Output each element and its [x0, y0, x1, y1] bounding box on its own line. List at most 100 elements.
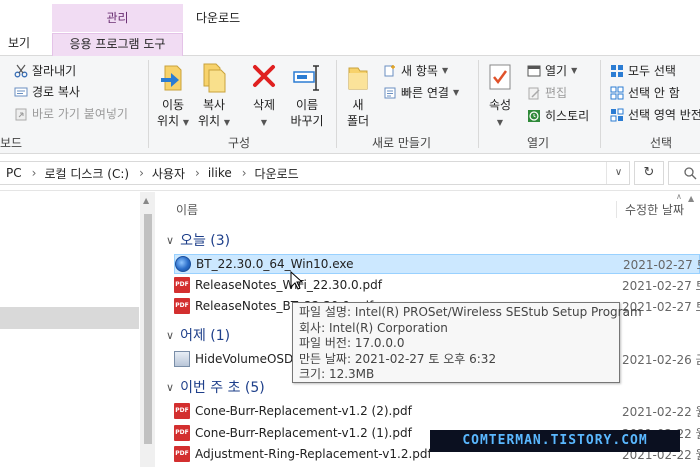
chevron-right-icon[interactable]: ›	[195, 166, 200, 180]
edit-button[interactable]: 편집	[527, 84, 567, 101]
group-header-yesterday[interactable]: ∨ 어제 (1)	[166, 325, 230, 345]
breadcrumb[interactable]: PC › 로컬 디스크 (C:) › 사용자 › ilike › 다운로드 ∨	[0, 161, 630, 185]
mouse-cursor-icon	[290, 271, 304, 290]
rename-icon	[293, 65, 319, 91]
chevron-down-icon: ▼	[452, 88, 460, 97]
scroll-up-arrow-icon[interactable]: ▲	[688, 194, 694, 203]
open-label: 열기	[545, 64, 568, 78]
invert-selection-button[interactable]: 선택 영역 반전	[610, 106, 700, 123]
new-folder-button[interactable]: 새 폴더	[342, 62, 374, 129]
breadcrumb-ilike[interactable]: ilike	[208, 166, 232, 180]
file-name: BT_22.30.0_64_Win10.exe	[196, 257, 354, 271]
group-title: 어제 (1)	[180, 328, 231, 344]
chevron-down-icon: ∨	[166, 380, 175, 394]
column-header: 이름 ∧ 수정한 날짜	[156, 192, 700, 222]
paste-shortcut-button[interactable]: 바로 가기 붙여넣기	[14, 105, 128, 122]
new-group-label: 새로 만들기	[372, 136, 432, 150]
scroll-up-arrow-icon[interactable]: ▲	[143, 196, 149, 205]
copy-path-label: 경로 복사	[32, 85, 80, 99]
copy-path-icon	[14, 87, 28, 96]
chevron-right-icon[interactable]: ›	[139, 166, 144, 180]
column-name-header[interactable]: 이름	[176, 201, 198, 218]
pdf-icon: PDF	[174, 298, 190, 314]
chevron-down-icon: ▼	[496, 118, 504, 127]
exe-icon	[175, 256, 191, 272]
context-tab-title: 관리	[106, 11, 129, 25]
clipboard-group-label: 보드	[0, 136, 23, 150]
file-row[interactable]: PDF ReleaseNotes_WiFi_22.30.0.pdf 2021-0…	[174, 275, 700, 295]
select-all-label: 모두 선택	[628, 64, 676, 78]
search-icon	[684, 167, 697, 180]
rename-label-2: 바꾸기	[290, 114, 324, 128]
tooltip-company: 회사: Intel(R) Corporation	[299, 320, 448, 335]
group-header-today[interactable]: ∨ 오늘 (3)	[166, 230, 230, 250]
refresh-button[interactable]: ↻	[634, 161, 664, 185]
cut-button[interactable]: 잘라내기	[14, 62, 76, 79]
chevron-right-icon[interactable]: ›	[32, 166, 37, 180]
move-to-icon	[161, 65, 182, 91]
file-row[interactable]: BT_22.30.0_64_Win10.exe 2021-02-27 토	[174, 254, 700, 274]
delete-x-icon	[253, 65, 275, 87]
select-all-button[interactable]: 모두 선택	[610, 62, 676, 79]
select-none-button[interactable]: 선택 안 함	[610, 84, 680, 101]
open-button[interactable]: 열기 ▼	[527, 62, 577, 79]
window-title: 다운로드	[196, 11, 241, 25]
easy-access-button[interactable]: 빠른 연결 ▼	[383, 84, 459, 101]
tooltip-created: 만든 날짜: 2021-02-27 토 오후 6:32	[299, 351, 497, 366]
new-item-icon	[384, 64, 395, 76]
file-row[interactable]: PDF Cone-Burr-Replacement-v1.2 (2).pdf 2…	[174, 401, 700, 421]
copy-to-button[interactable]: 복사 위치 ▼	[196, 62, 232, 131]
sort-indicator-icon: ∧	[676, 192, 682, 201]
pdf-icon: PDF	[174, 446, 190, 462]
copy-to-icon	[203, 63, 226, 93]
tab-view[interactable]: 보기	[0, 33, 38, 56]
group-header-earlier-this-week[interactable]: ∨ 이번 주 초 (5)	[166, 377, 265, 397]
delete-label: 삭제	[252, 98, 276, 112]
move-to-label-2: 위치	[156, 114, 180, 128]
tooltip-description: 파일 설명: Intel(R) PROSet/Wireless SEStub S…	[299, 305, 642, 319]
history-label: 히스토리	[545, 109, 590, 123]
select-group-label: 선택	[650, 136, 673, 150]
new-folder-label-1: 새	[352, 98, 364, 112]
file-list-scrollbar[interactable]	[685, 192, 700, 467]
watermark: COMTERMAN.TISTORY.COM	[430, 430, 680, 452]
group-divider	[600, 60, 601, 148]
paste-shortcut-label: 바로 가기 붙여넣기	[32, 107, 128, 121]
edit-icon	[528, 87, 540, 99]
file-name: Adjustment-Ring-Replacement-v1.2.pdf	[195, 447, 432, 461]
pdf-icon: PDF	[174, 425, 190, 441]
column-date-header[interactable]: 수정한 날짜	[616, 201, 684, 218]
edit-label: 편집	[545, 86, 568, 100]
group-divider	[148, 60, 149, 148]
open-icon	[527, 65, 541, 76]
address-history-dropdown[interactable]: ∨	[606, 162, 630, 184]
group-divider	[478, 60, 479, 148]
search-input[interactable]	[668, 161, 700, 185]
history-button[interactable]: 히스토리	[527, 107, 589, 124]
delete-button[interactable]: 삭제 ▼	[246, 62, 282, 131]
file-info-tooltip: 파일 설명: Intel(R) PROSet/Wireless SEStub S…	[292, 302, 642, 383]
rename-button[interactable]: 이름 바꾸기	[286, 62, 328, 129]
invert-selection-icon	[610, 108, 624, 121]
breadcrumb-pc[interactable]: PC	[6, 166, 22, 180]
new-folder-icon	[348, 67, 368, 90]
new-folder-label-2: 폴더	[346, 114, 370, 128]
copy-path-button[interactable]: 경로 복사	[14, 83, 80, 100]
breadcrumb-downloads[interactable]: 다운로드	[255, 165, 299, 182]
tooltip-version: 파일 버전: 17.0.0.0	[299, 336, 405, 350]
history-icon	[528, 109, 540, 122]
chevron-right-icon[interactable]: ›	[242, 166, 247, 180]
breadcrumb-users[interactable]: 사용자	[152, 165, 185, 182]
properties-button[interactable]: 속성 ▼	[484, 62, 516, 131]
ribbon: 잘라내기 경로 복사 바로 가기 붙여넣기 보드 이동 위치 ▼ 복사 위치 ▼…	[0, 56, 700, 154]
select-none-icon	[610, 86, 624, 99]
nav-scrollbar-thumb[interactable]	[144, 214, 152, 444]
nav-selected-item[interactable]	[0, 307, 139, 329]
breadcrumb-local-disk[interactable]: 로컬 디스크 (C:)	[44, 165, 129, 182]
paste-shortcut-icon	[15, 108, 27, 120]
move-to-button[interactable]: 이동 위치 ▼	[155, 62, 191, 131]
tab-application-tools[interactable]: 응용 프로그램 도구	[52, 33, 183, 56]
select-none-label: 선택 안 함	[628, 86, 680, 100]
new-item-button[interactable]: 새 항목 ▼	[383, 62, 448, 79]
file-name: Cone-Burr-Replacement-v1.2 (2).pdf	[195, 404, 412, 418]
